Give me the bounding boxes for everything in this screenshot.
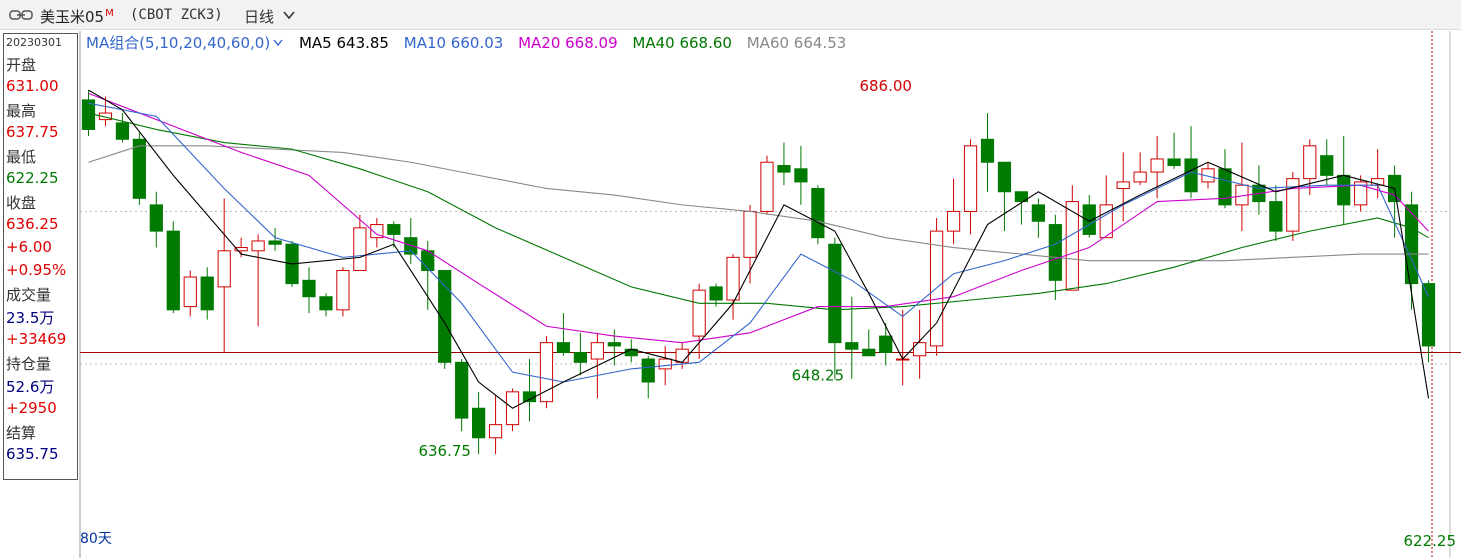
open-label: 开盘: [6, 56, 37, 74]
candle-body: [319, 296, 333, 311]
open-interest-label: 持仓量: [6, 355, 52, 373]
candle-body: [1031, 204, 1045, 222]
ma10-line: [88, 102, 1430, 383]
candle-body: [658, 358, 672, 370]
low-label: 最低: [6, 148, 37, 166]
info-date: 20230301: [6, 36, 62, 49]
ma20-legend: MA20 668.09: [518, 34, 618, 52]
candle-body: [353, 227, 367, 271]
candle-body: [1320, 155, 1334, 176]
volume-value: 23.5万: [6, 309, 55, 327]
ma60-legend: MA60 664.53: [746, 34, 847, 52]
candle-body: [811, 187, 825, 239]
candle-body: [794, 168, 808, 183]
candlestick-chart[interactable]: 686.00 636.75 648.25 622.25: [0, 0, 1461, 558]
candle-body: [132, 138, 146, 199]
candle-body: [1337, 174, 1351, 206]
candle-body: [913, 342, 927, 357]
quote-info-panel: 20230301 开盘 631.00 最高 637.75 最低 622.25 收…: [3, 33, 78, 480]
volume-change: +33469: [6, 330, 67, 348]
candle-body: [455, 361, 469, 419]
candle-body: [336, 269, 350, 311]
candle-body: [641, 358, 655, 383]
candle-body: [200, 276, 214, 311]
candle-body: [251, 240, 265, 252]
candle-body: [1421, 283, 1436, 347]
candle-body: [556, 342, 571, 353]
candle-body: [607, 342, 621, 347]
candle-body: [675, 348, 689, 363]
candle-body: [1065, 201, 1079, 291]
candle-body: [828, 243, 842, 344]
price-annotation: 636.75: [418, 442, 471, 460]
candle-body: [1048, 224, 1062, 281]
candle-body: [1150, 158, 1164, 173]
candle-body: [488, 424, 503, 439]
price-annotation: 622.25: [1404, 532, 1457, 550]
candle-body: [1116, 181, 1130, 189]
candle-body: [268, 240, 282, 245]
candle-body: [743, 210, 757, 258]
candle-body: [946, 210, 961, 232]
candle-body: [573, 351, 588, 363]
settle-label: 结算: [6, 424, 37, 442]
candle-body: [149, 204, 163, 232]
volume-label: 成交量: [6, 286, 52, 304]
ma-legend: MA组合(5,10,20,40,60,0) MA5 643.85 MA10 66…: [86, 32, 856, 53]
candle-body: [997, 161, 1012, 193]
change-percent: +0.95%: [6, 261, 67, 279]
candle-body: [217, 250, 231, 288]
ma40-legend: MA40 668.60: [632, 34, 732, 52]
candle-body: [845, 342, 859, 350]
candle-body: [692, 289, 706, 337]
high-label: 最高: [6, 102, 37, 120]
close-value: 636.25: [6, 215, 59, 233]
candle-body: [879, 335, 893, 353]
candle-body: [777, 165, 791, 173]
change-value: +6.00: [6, 238, 52, 256]
open-interest-change: +2950: [6, 399, 57, 417]
ma5-legend: MA5 643.85: [298, 34, 389, 52]
candle-body: [1133, 171, 1147, 183]
ma10-legend: MA10 660.03: [403, 34, 504, 52]
open-value: 631.00: [6, 77, 59, 95]
price-annotation: 648.25: [792, 367, 845, 385]
settle-value: 635.75: [6, 445, 59, 463]
period-count: 80天: [80, 531, 112, 547]
candle-body: [760, 161, 774, 212]
candle-body: [1184, 158, 1198, 193]
candle-body: [183, 276, 197, 308]
candle-body: [1269, 201, 1283, 232]
candle-body: [1218, 168, 1232, 206]
candle-body: [590, 342, 604, 360]
candle-body: [963, 145, 978, 212]
candle-body: [472, 407, 486, 439]
ma-group-selector[interactable]: MA组合(5,10,20,40,60,0): [86, 34, 270, 52]
price-annotation: 686.00: [859, 77, 912, 95]
candle-body: [862, 348, 876, 357]
candle-body: [166, 230, 180, 311]
candle-body: [115, 122, 130, 140]
candle-body: [1404, 204, 1419, 285]
candle-body: [709, 286, 723, 301]
candle-body: [387, 224, 401, 235]
chevron-down-icon[interactable]: [272, 38, 284, 48]
ma20-line: [88, 92, 1429, 344]
low-value: 622.25: [6, 169, 59, 187]
close-label: 收盘: [6, 194, 37, 212]
candle-body: [302, 279, 316, 298]
open-interest-value: 52.6万: [6, 378, 55, 396]
candle-body: [980, 138, 995, 163]
candle-body: [1167, 158, 1181, 167]
candle-body: [1303, 145, 1317, 180]
candle-body: [726, 256, 740, 301]
high-value: 637.75: [6, 123, 59, 141]
